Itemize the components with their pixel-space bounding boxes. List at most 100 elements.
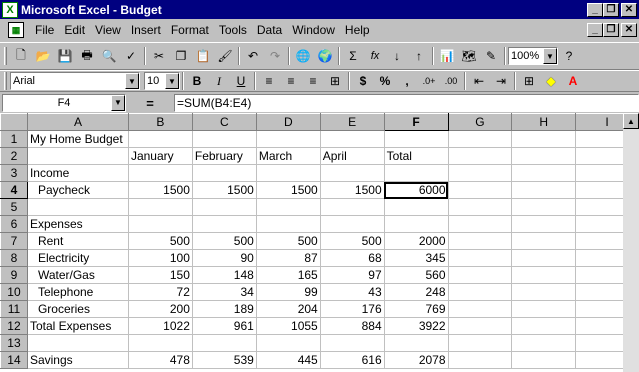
cell-f10[interactable]: 248 xyxy=(384,283,449,301)
row-header[interactable]: 11 xyxy=(0,300,28,318)
cell-d10[interactable]: 99 xyxy=(256,283,321,301)
vertical-scrollbar[interactable]: ▲ xyxy=(623,113,639,372)
cell-b3[interactable] xyxy=(128,164,193,182)
cell-e4[interactable]: 1500 xyxy=(320,181,385,199)
chart-wizard-icon[interactable]: 📊 xyxy=(436,45,458,67)
font-size-select[interactable]: 10 ▼ xyxy=(144,72,180,90)
cell-a1[interactable]: My Home Budget xyxy=(27,130,129,148)
column-header[interactable]: A xyxy=(26,113,129,131)
cell-b1[interactable] xyxy=(128,130,193,148)
cell-c4[interactable]: 1500 xyxy=(192,181,257,199)
cell-a6[interactable]: Expenses xyxy=(27,215,129,233)
cell-c12[interactable]: 961 xyxy=(192,317,257,335)
menu-data[interactable]: Data xyxy=(252,23,287,37)
map-icon[interactable]: 🗺 xyxy=(458,45,480,67)
empty-cell[interactable] xyxy=(511,300,577,318)
decrease-indent-icon[interactable]: ⇤ xyxy=(468,70,490,92)
cell-f2[interactable]: Total xyxy=(384,147,449,165)
row-header[interactable]: 5 xyxy=(0,198,28,216)
empty-cell[interactable] xyxy=(511,215,577,233)
cell-c2[interactable]: February xyxy=(192,147,257,165)
cell-d14[interactable]: 445 xyxy=(256,351,321,369)
column-header[interactable]: B xyxy=(127,113,193,131)
cell-a4[interactable]: Paycheck xyxy=(27,181,129,199)
print-preview-icon[interactable]: 🔍 xyxy=(98,45,120,67)
minimize-button[interactable]: _ xyxy=(587,2,603,17)
cell-b8[interactable]: 100 xyxy=(128,249,193,267)
italic-button[interactable]: I xyxy=(208,70,230,92)
currency-button[interactable]: $ xyxy=(352,70,374,92)
underline-button[interactable]: U xyxy=(230,70,252,92)
format-painter-icon[interactable]: 🖌 xyxy=(214,45,236,67)
font-select[interactable]: Arial ▼ xyxy=(10,72,140,90)
cell-e13[interactable] xyxy=(320,334,385,352)
row-header[interactable]: 8 xyxy=(0,249,28,267)
column-header[interactable]: E xyxy=(319,113,385,131)
menu-insert[interactable]: Insert xyxy=(126,23,166,37)
zoom-select[interactable]: 100% ▼ xyxy=(508,47,558,65)
increase-decimal-icon[interactable]: .0+ xyxy=(418,70,440,92)
cell-c8[interactable]: 90 xyxy=(192,249,257,267)
column-header[interactable]: H xyxy=(511,113,577,131)
cell-f6[interactable] xyxy=(384,215,449,233)
empty-cell[interactable] xyxy=(511,334,577,352)
cell-f13[interactable] xyxy=(384,334,449,352)
cell-a2[interactable] xyxy=(27,147,129,165)
column-header[interactable]: G xyxy=(447,113,513,131)
row-header[interactable]: 10 xyxy=(0,283,28,301)
cell-d7[interactable]: 500 xyxy=(256,232,321,250)
cell-c10[interactable]: 34 xyxy=(192,283,257,301)
empty-cell[interactable] xyxy=(511,283,577,301)
chevron-down-icon[interactable]: ▼ xyxy=(111,95,125,111)
cell-b9[interactable]: 150 xyxy=(128,266,193,284)
cell-e9[interactable]: 97 xyxy=(320,266,385,284)
empty-cell[interactable] xyxy=(448,300,513,318)
cell-a10[interactable]: Telephone xyxy=(27,283,129,301)
cell-d2[interactable]: March xyxy=(256,147,321,165)
empty-cell[interactable] xyxy=(448,215,513,233)
row-header[interactable]: 3 xyxy=(0,164,28,182)
row-header[interactable]: 6 xyxy=(0,215,28,233)
autosum-icon[interactable]: Σ xyxy=(342,45,364,67)
cell-a9[interactable]: Water/Gas xyxy=(27,266,129,284)
cell-a12[interactable]: Total Expenses xyxy=(27,317,129,335)
empty-cell[interactable] xyxy=(448,181,513,199)
menu-format[interactable]: Format xyxy=(166,23,214,37)
merge-center-icon[interactable]: ⊞ xyxy=(324,70,346,92)
row-header[interactable]: 7 xyxy=(0,232,28,250)
cell-c1[interactable] xyxy=(192,130,257,148)
cell-d11[interactable]: 204 xyxy=(256,300,321,318)
sort-ascending-icon[interactable]: ↓ xyxy=(386,45,408,67)
cell-e14[interactable]: 616 xyxy=(320,351,385,369)
restore-button[interactable]: ❐ xyxy=(603,2,619,17)
cell-d5[interactable] xyxy=(256,198,321,216)
paste-icon[interactable]: 📋 xyxy=(192,45,214,67)
fill-color-icon[interactable]: ◆ xyxy=(540,70,562,92)
excel-app-icon[interactable]: X xyxy=(2,1,18,18)
cell-e12[interactable]: 884 xyxy=(320,317,385,335)
percent-button[interactable]: % xyxy=(374,70,396,92)
chevron-down-icon[interactable]: ▼ xyxy=(165,73,179,89)
print-icon[interactable]: 🖶 xyxy=(76,45,98,67)
font-color-icon[interactable]: A xyxy=(562,70,584,92)
cell-f11[interactable]: 769 xyxy=(384,300,449,318)
cell-f9[interactable]: 560 xyxy=(384,266,449,284)
cell-c5[interactable] xyxy=(192,198,257,216)
cell-e11[interactable]: 176 xyxy=(320,300,385,318)
empty-cell[interactable] xyxy=(511,164,577,182)
row-header[interactable]: 13 xyxy=(0,334,28,352)
doc-close-button[interactable]: ✕ xyxy=(621,23,637,37)
cell-b5[interactable] xyxy=(128,198,193,216)
column-header[interactable]: C xyxy=(191,113,257,131)
empty-cell[interactable] xyxy=(448,164,513,182)
decrease-decimal-icon[interactable]: .00 xyxy=(440,70,462,92)
cell-f5[interactable] xyxy=(384,198,449,216)
empty-cell[interactable] xyxy=(511,232,577,250)
cell-e2[interactable]: April xyxy=(320,147,385,165)
cell-a7[interactable]: Rent xyxy=(27,232,129,250)
cell-c3[interactable] xyxy=(192,164,257,182)
spreadsheet-grid[interactable]: A B C D E F G H I 1 My Home Budget 2 Januar… xyxy=(0,113,639,372)
empty-cell[interactable] xyxy=(511,351,577,369)
cell-c11[interactable]: 189 xyxy=(192,300,257,318)
cell-d3[interactable] xyxy=(256,164,321,182)
